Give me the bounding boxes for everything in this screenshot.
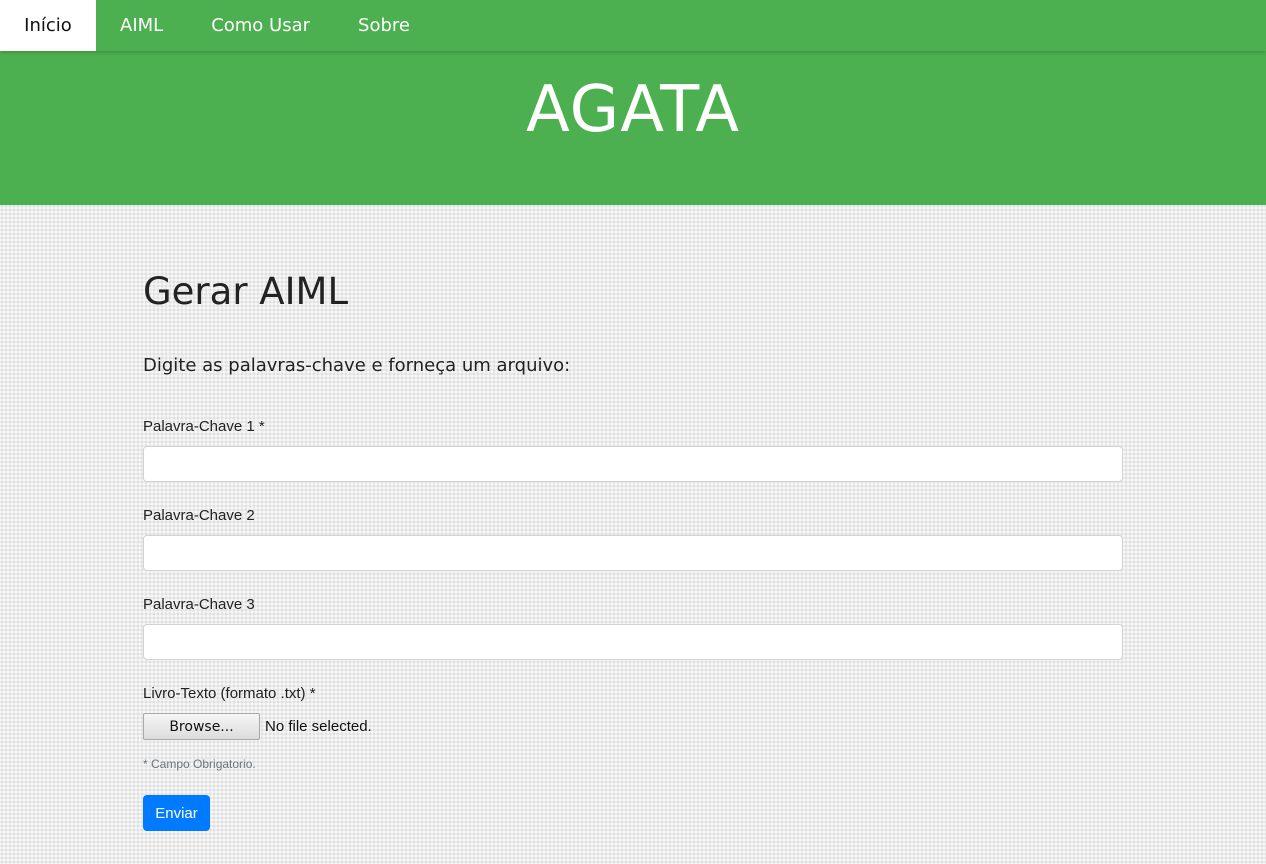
keyword-1-input[interactable]	[143, 446, 1123, 482]
textbook-file-label: Livro-Texto (formato .txt) *	[143, 685, 316, 702]
generate-aiml-form: Palavra-Chave 1 * Palavra-Chave 2 Palavr…	[143, 418, 1123, 831]
required-field-note: * Campo Obrigatorio.	[143, 757, 256, 771]
keyword-3-label: Palavra-Chave 3	[143, 596, 255, 613]
instructions-text: Digite as palavras-chave e forneça um ar…	[143, 355, 571, 376]
nav-item-inicio[interactable]: Início	[0, 0, 96, 51]
file-picker: Browse... No file selected.	[143, 713, 1123, 740]
main-content: Gerar AIML Digite as palavras-chave e fo…	[143, 205, 1123, 831]
site-title: AGATA	[526, 73, 740, 147]
file-status-text: No file selected.	[265, 718, 372, 735]
browse-button[interactable]: Browse...	[143, 713, 260, 740]
keyword-2-input[interactable]	[143, 535, 1123, 571]
keyword-3-input[interactable]	[143, 624, 1123, 660]
nav-item-aiml[interactable]: AIML	[96, 0, 187, 51]
top-navbar: Início AIML Como Usar Sobre	[0, 0, 1266, 51]
nav-item-sobre[interactable]: Sobre	[334, 0, 434, 51]
submit-button[interactable]: Enviar	[143, 795, 210, 831]
keyword-2-label: Palavra-Chave 2	[143, 507, 255, 524]
site-header: AGATA	[0, 51, 1266, 205]
keyword-1-label: Palavra-Chave 1 *	[143, 418, 265, 435]
nav-menu: Início AIML Como Usar Sobre	[0, 0, 1266, 51]
nav-item-como-usar[interactable]: Como Usar	[187, 0, 334, 51]
page-title: Gerar AIML	[143, 270, 349, 313]
